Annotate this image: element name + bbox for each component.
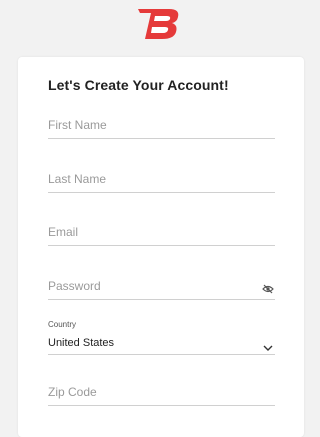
country-select[interactable]: United States bbox=[48, 333, 275, 355]
brand-logo bbox=[136, 7, 182, 41]
chevron-down-icon bbox=[263, 339, 273, 351]
page-title: Let's Create Your Account! bbox=[48, 77, 229, 93]
eye-off-icon[interactable] bbox=[262, 282, 274, 294]
zip-code-field[interactable]: Zip Code bbox=[48, 383, 275, 406]
last-name-field[interactable]: Last Name bbox=[48, 170, 275, 193]
zip-code-placeholder: Zip Code bbox=[48, 385, 97, 399]
signup-card: Let's Create Your Account! First Name La… bbox=[18, 57, 304, 437]
password-field[interactable]: Password bbox=[48, 277, 275, 300]
last-name-placeholder: Last Name bbox=[48, 172, 107, 186]
country-label: Country bbox=[48, 320, 77, 329]
country-value: United States bbox=[48, 337, 115, 349]
email-field[interactable]: Email bbox=[48, 223, 275, 246]
first-name-field[interactable]: First Name bbox=[48, 116, 275, 139]
first-name-placeholder: First Name bbox=[48, 118, 107, 132]
email-placeholder: Email bbox=[48, 225, 79, 239]
password-placeholder: Password bbox=[48, 279, 101, 293]
